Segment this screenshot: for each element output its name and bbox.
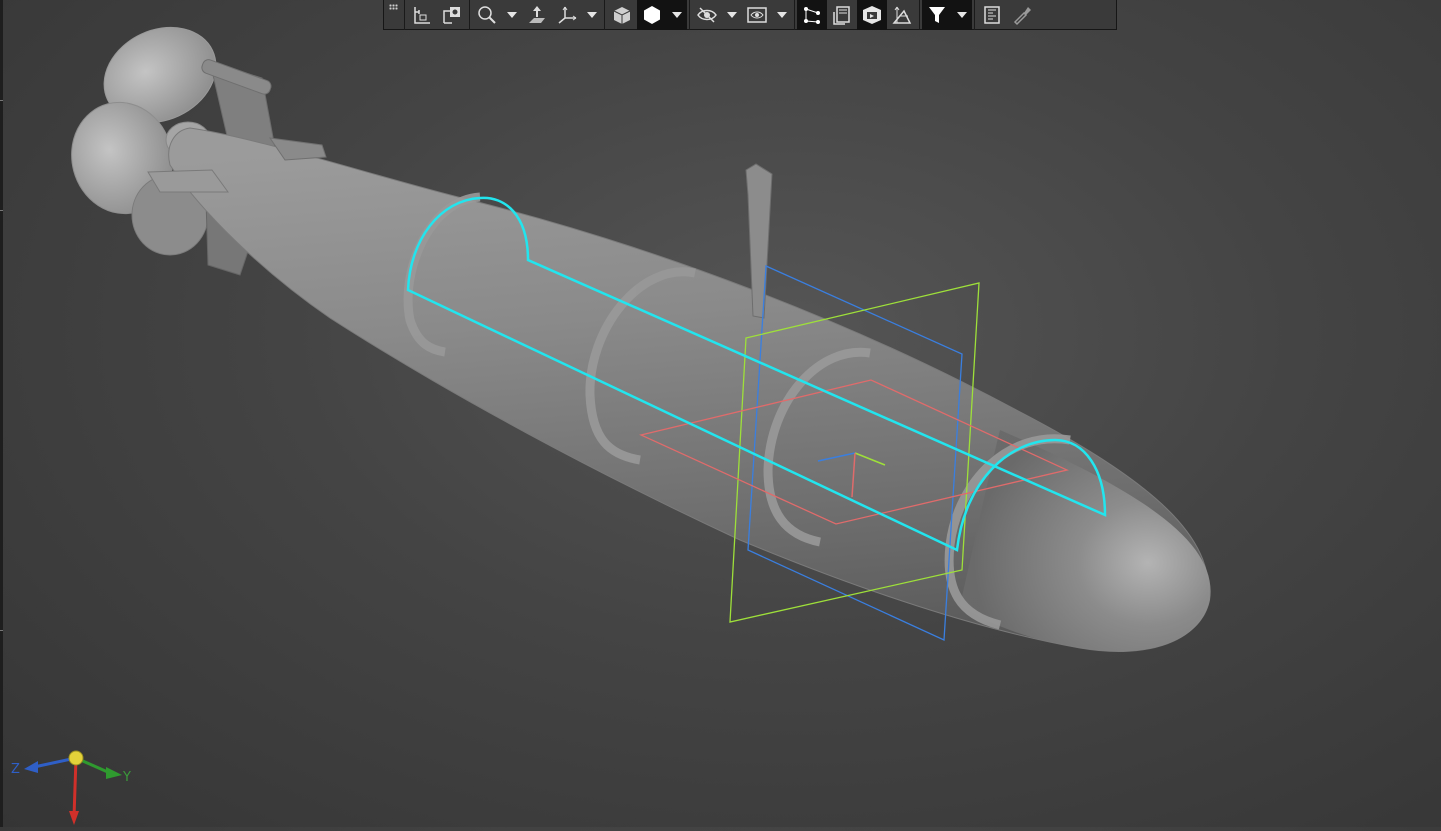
zoom-dropdown[interactable] [502, 0, 522, 30]
view-cube-button[interactable] [607, 0, 637, 30]
view-settings-button[interactable] [887, 0, 917, 30]
display-style-dropdown[interactable] [667, 0, 687, 30]
toolbar-separator [974, 0, 975, 30]
appearance-button[interactable] [827, 0, 857, 30]
heads-up-view-toolbar [383, 0, 1117, 30]
view-settings-icon [892, 6, 912, 24]
standard-views-icon [558, 6, 577, 24]
filter-icon [929, 6, 945, 23]
standard-views-button[interactable] [552, 0, 582, 30]
toolbar-separator [794, 0, 795, 30]
previous-view-button[interactable] [437, 0, 467, 30]
view-orientation-button[interactable] [522, 0, 552, 30]
cube-icon [613, 6, 631, 24]
toolbar-separator [404, 0, 405, 30]
triad-y-label: Y [123, 770, 131, 785]
eye-icon [697, 6, 717, 23]
appearance-icon [833, 5, 850, 25]
zoom-icon [478, 5, 496, 24]
hide-items-icon [747, 6, 767, 23]
triad-z-label: Z [11, 762, 20, 777]
hide-show-items-button[interactable] [742, 0, 772, 30]
measure-button[interactable] [977, 0, 1007, 30]
view-orientation-icon [529, 5, 545, 23]
previous-view-icon [443, 6, 460, 24]
standard-views-dropdown[interactable] [582, 0, 602, 30]
selection-filter-dropdown[interactable] [952, 0, 972, 30]
color-picker-button[interactable] [1007, 0, 1037, 30]
hide-show-button[interactable] [692, 0, 722, 30]
selection-filter-button[interactable] [922, 0, 952, 30]
orientation-triad: Z Y [10, 745, 140, 827]
eyedropper-icon [1013, 6, 1031, 25]
shaded-cube-icon [644, 5, 660, 24]
toolbar-separator [919, 0, 920, 30]
grip-dots-icon[interactable] [384, 0, 402, 30]
section-view-icon [804, 6, 820, 24]
hide-show-items-dropdown[interactable] [772, 0, 792, 30]
zoom-to-fit-icon [414, 6, 430, 24]
scene-button[interactable] [857, 0, 887, 30]
toolbar-separator [469, 0, 470, 30]
toolbar-separator [689, 0, 690, 30]
graphics-viewport[interactable] [0, 0, 1441, 827]
triad-axes [24, 750, 122, 825]
section-view-button[interactable] [797, 0, 827, 30]
display-style-button[interactable] [637, 0, 667, 30]
torpedo-model[interactable] [59, 10, 1211, 652]
toolbar-separator [604, 0, 605, 30]
hide-show-dropdown[interactable] [722, 0, 742, 30]
zoom-button[interactable] [472, 0, 502, 30]
scene-icon [863, 5, 881, 24]
measure-icon [984, 5, 1000, 24]
zoom-to-fit-button[interactable] [407, 0, 437, 30]
